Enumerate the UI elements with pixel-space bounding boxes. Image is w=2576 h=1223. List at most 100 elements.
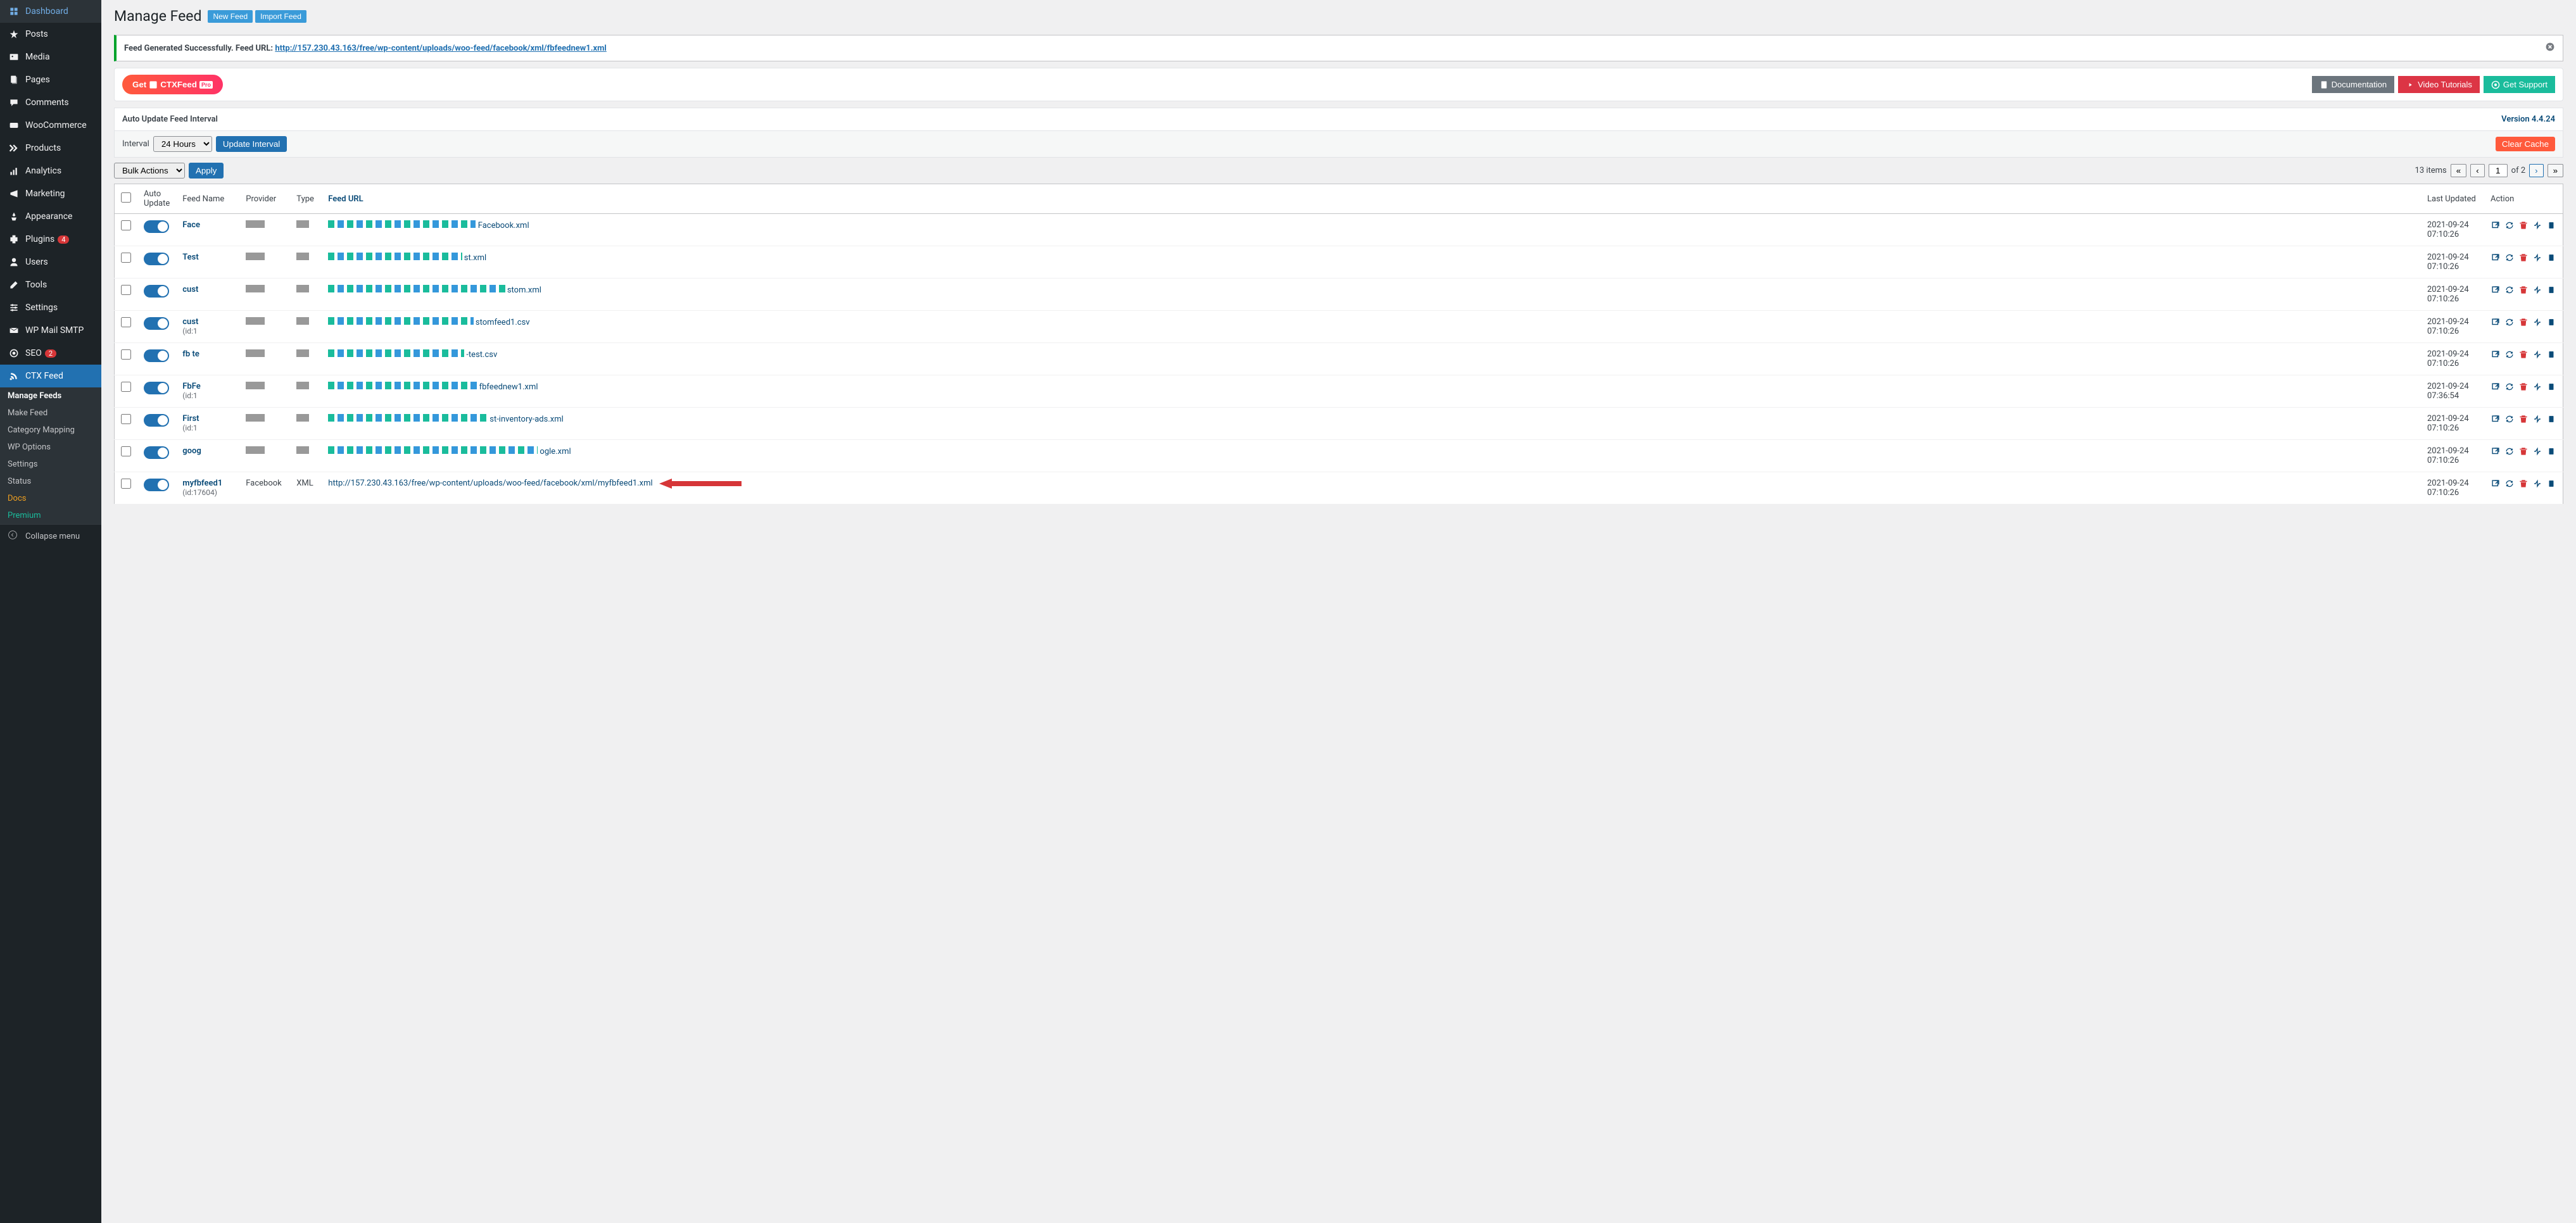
copy-icon[interactable]	[2546, 253, 2556, 263]
copy-icon[interactable]	[2546, 220, 2556, 230]
last-page-button[interactable]: »	[2548, 164, 2563, 177]
update-interval-button[interactable]: Update Interval	[216, 136, 287, 152]
view-icon[interactable]	[2491, 414, 2501, 424]
delete-icon[interactable]	[2518, 349, 2529, 360]
next-page-button[interactable]: ›	[2529, 164, 2543, 177]
view-icon[interactable]	[2491, 317, 2501, 327]
sidebar-item-appearance[interactable]: Appearance	[0, 205, 101, 228]
feed-url-link[interactable]: http://157.230.43.163/free/wp-content/up…	[328, 479, 652, 488]
delete-icon[interactable]	[2518, 285, 2529, 295]
feed-name-link[interactable]: Face	[182, 220, 200, 230]
auto-update-toggle[interactable]	[144, 317, 169, 330]
feed-name-link[interactable]: myfbfeed1	[182, 479, 222, 488]
sidebar-item-settings[interactable]: Settings	[0, 296, 101, 319]
submenu-wp-options[interactable]: WP Options	[0, 439, 101, 456]
view-icon[interactable]	[2491, 479, 2501, 489]
regenerate-icon[interactable]	[2504, 414, 2515, 424]
regenerate-icon[interactable]	[2504, 479, 2515, 489]
new-feed-button[interactable]: New Feed	[208, 10, 253, 23]
auto-update-toggle[interactable]	[144, 446, 169, 459]
delete-icon[interactable]	[2518, 253, 2529, 263]
feed-name-link[interactable]: Test	[182, 253, 198, 262]
interval-select[interactable]: 24 Hours	[153, 136, 212, 152]
col-feed-name[interactable]: Feed Name	[176, 184, 239, 214]
import-feed-button[interactable]: Import Feed	[255, 10, 306, 23]
feed-url-suffix[interactable]: st.xml	[464, 253, 486, 263]
col-last-updated[interactable]: Last Updated	[2421, 184, 2484, 214]
download-icon[interactable]	[2532, 446, 2542, 456]
video-tutorials-button[interactable]: Video Tutorials	[2398, 76, 2480, 93]
regenerate-icon[interactable]	[2504, 285, 2515, 295]
notice-feed-url-link[interactable]: http://157.230.43.163/free/wp-content/up…	[275, 44, 607, 53]
regenerate-icon[interactable]	[2504, 220, 2515, 230]
delete-icon[interactable]	[2518, 220, 2529, 230]
sidebar-item-woocommerce[interactable]: WooCommerce	[0, 114, 101, 137]
submenu-settings[interactable]: Settings	[0, 456, 101, 473]
row-checkbox[interactable]	[121, 285, 131, 295]
sidebar-item-dashboard[interactable]: Dashboard	[0, 0, 101, 23]
download-icon[interactable]	[2532, 349, 2542, 360]
download-icon[interactable]	[2532, 253, 2542, 263]
delete-icon[interactable]	[2518, 446, 2529, 456]
prev-page-button[interactable]: ‹	[2470, 164, 2484, 177]
delete-icon[interactable]	[2518, 382, 2529, 392]
row-checkbox[interactable]	[121, 349, 131, 360]
copy-icon[interactable]	[2546, 382, 2556, 392]
feed-url-suffix[interactable]: stom.xml	[507, 285, 541, 295]
regenerate-icon[interactable]	[2504, 317, 2515, 327]
apply-button[interactable]: Apply	[189, 163, 224, 179]
col-feed-url[interactable]: Feed URL	[322, 184, 2421, 214]
submenu-docs[interactable]: Docs	[0, 490, 101, 507]
delete-icon[interactable]	[2518, 317, 2529, 327]
row-checkbox[interactable]	[121, 382, 131, 392]
get-support-button[interactable]: Get Support	[2484, 76, 2555, 93]
auto-update-toggle[interactable]	[144, 414, 169, 427]
bulk-actions-select[interactable]: Bulk Actions	[114, 163, 185, 179]
submenu-status[interactable]: Status	[0, 473, 101, 490]
documentation-button[interactable]: Documentation	[2312, 76, 2394, 93]
auto-update-toggle[interactable]	[144, 479, 169, 491]
sidebar-item-users[interactable]: Users	[0, 251, 101, 273]
feed-url-suffix[interactable]: ogle.xml	[540, 447, 571, 456]
sidebar-item-posts[interactable]: Posts	[0, 23, 101, 46]
copy-icon[interactable]	[2546, 479, 2556, 489]
collapse-menu[interactable]: Collapse menu	[0, 524, 101, 548]
feed-name-link[interactable]: fb te	[182, 349, 199, 359]
feed-url-suffix[interactable]: st-inventory-ads.xml	[489, 415, 564, 424]
sidebar-item-ctxfeed[interactable]: CTX Feed	[0, 365, 101, 387]
row-checkbox[interactable]	[121, 220, 131, 230]
row-checkbox[interactable]	[121, 446, 131, 456]
download-icon[interactable]	[2532, 317, 2542, 327]
sidebar-item-wpmailsmtp[interactable]: WP Mail SMTP	[0, 319, 101, 342]
view-icon[interactable]	[2491, 220, 2501, 230]
submenu-manage-feeds[interactable]: Manage Feeds	[0, 387, 101, 405]
row-checkbox[interactable]	[121, 414, 131, 424]
submenu-premium[interactable]: Premium	[0, 507, 101, 524]
regenerate-icon[interactable]	[2504, 446, 2515, 456]
col-type[interactable]: Type	[290, 184, 322, 214]
submenu-category-mapping[interactable]: Category Mapping	[0, 422, 101, 439]
feed-name-link[interactable]: First	[182, 414, 199, 423]
col-auto-update[interactable]: Auto Update	[137, 184, 176, 214]
get-ctxfeed-pro-button[interactable]: Get CTXFeed Pro	[122, 75, 223, 94]
sidebar-item-pages[interactable]: Pages	[0, 68, 101, 91]
regenerate-icon[interactable]	[2504, 349, 2515, 360]
auto-update-toggle[interactable]	[144, 220, 169, 233]
row-checkbox[interactable]	[121, 479, 131, 489]
col-action[interactable]: Action	[2484, 184, 2563, 214]
download-icon[interactable]	[2532, 285, 2542, 295]
sidebar-item-marketing[interactable]: Marketing	[0, 182, 101, 205]
feed-name-link[interactable]: cust	[182, 317, 198, 327]
feed-url-suffix[interactable]: stomfeed1.csv	[476, 318, 530, 327]
col-provider[interactable]: Provider	[239, 184, 290, 214]
select-all-checkbox[interactable]	[121, 192, 131, 203]
auto-update-toggle[interactable]	[144, 285, 169, 298]
download-icon[interactable]	[2532, 414, 2542, 424]
row-checkbox[interactable]	[121, 253, 131, 263]
copy-icon[interactable]	[2546, 349, 2556, 360]
sidebar-item-products[interactable]: Products	[0, 137, 101, 160]
auto-update-toggle[interactable]	[144, 382, 169, 394]
page-input[interactable]	[2489, 164, 2508, 177]
delete-icon[interactable]	[2518, 479, 2529, 489]
sidebar-item-analytics[interactable]: Analytics	[0, 160, 101, 182]
